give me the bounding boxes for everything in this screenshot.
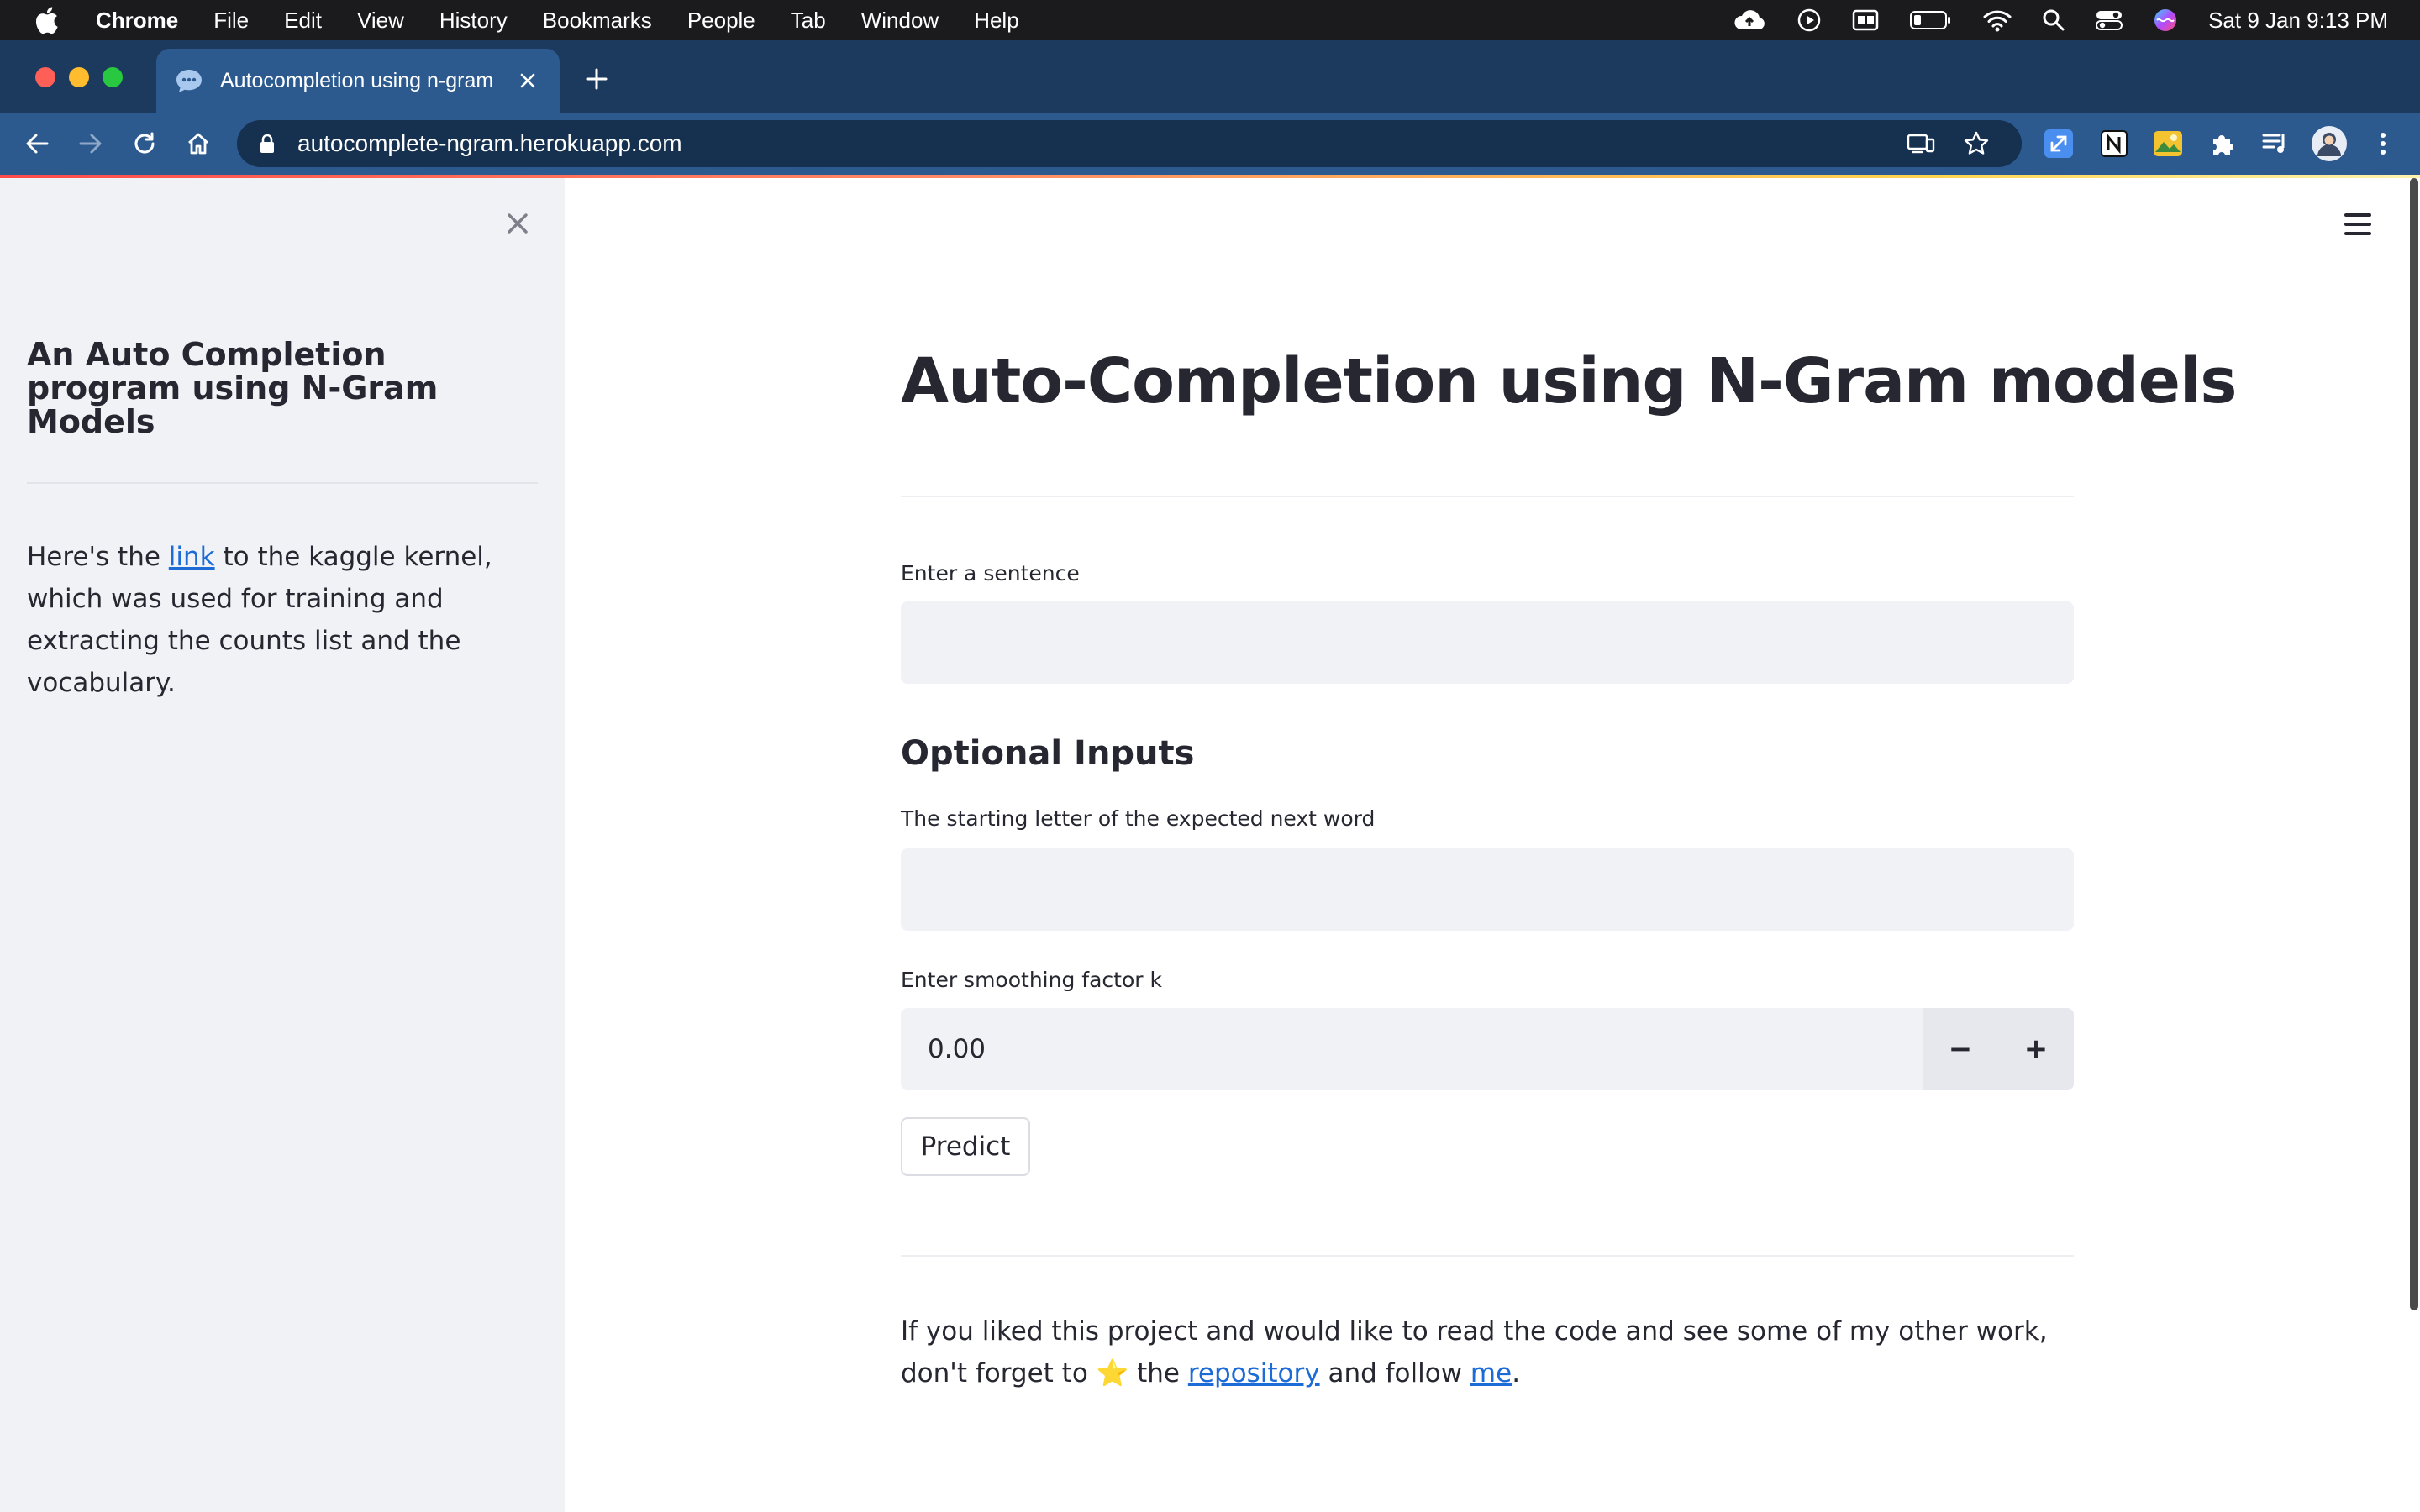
- media-queue-icon[interactable]: [2257, 125, 2294, 162]
- menu-edit[interactable]: Edit: [266, 0, 339, 40]
- window-fullscreen-button[interactable]: [103, 67, 123, 87]
- apple-icon[interactable]: [34, 6, 82, 34]
- extensions-puzzle-icon[interactable]: [2203, 125, 2240, 162]
- new-tab-icon[interactable]: [580, 62, 613, 96]
- control-center-icon[interactable]: [2096, 8, 2123, 32]
- footer-text-part-4: .: [1512, 1358, 1521, 1389]
- window-minimize-button[interactable]: [69, 67, 89, 87]
- address-bar[interactable]: autocomplete-ngram.herokuapp.com: [237, 120, 2022, 167]
- sidebar-close-icon[interactable]: [501, 207, 534, 240]
- title-divider: [901, 496, 2074, 497]
- menu-help[interactable]: Help: [956, 0, 1036, 40]
- optional-inputs-heading: Optional Inputs: [901, 734, 1195, 773]
- hamburger-menu-icon[interactable]: [2341, 210, 2375, 239]
- siri-icon[interactable]: [2153, 8, 2178, 33]
- home-icon[interactable]: [182, 127, 215, 160]
- lock-icon[interactable]: [257, 132, 277, 155]
- tab-close-icon[interactable]: [514, 67, 541, 94]
- macos-menu-bar: Chrome File Edit View History Bookmarks …: [0, 0, 2420, 40]
- increment-button[interactable]: +: [1998, 1008, 2074, 1090]
- cast-device-icon[interactable]: [1904, 127, 1938, 160]
- smoothing-factor-number-input: − +: [901, 1008, 2074, 1090]
- profile-avatar-icon[interactable]: [2311, 125, 2348, 162]
- url-text[interactable]: autocomplete-ngram.herokuapp.com: [297, 130, 682, 157]
- status-area: Sat 9 Jan 9:13 PM: [1733, 0, 2388, 40]
- footer-message: If you liked this project and would like…: [901, 1310, 2077, 1394]
- browser-toolbar: autocomplete-ngram.herokuapp.com: [0, 113, 2420, 175]
- footer-text-part-2: the: [1128, 1358, 1188, 1389]
- starting-letter-input[interactable]: [901, 848, 2074, 931]
- page-scrollbar-thumb[interactable]: [2410, 178, 2418, 1310]
- sidebar-text-before-link: Here's the: [27, 542, 169, 572]
- battery-icon[interactable]: [1909, 9, 1953, 31]
- notion-extension-icon[interactable]: [2096, 125, 2133, 162]
- follow-me-link[interactable]: me: [1470, 1358, 1512, 1389]
- menu-window[interactable]: Window: [844, 0, 956, 40]
- cloud-upload-icon[interactable]: [1733, 8, 1766, 33]
- tab-title: Autocompletion using n-gram: [220, 68, 494, 92]
- menu-app-name[interactable]: Chrome: [82, 0, 196, 40]
- sentence-label: Enter a sentence: [901, 561, 1080, 585]
- menu-clock[interactable]: Sat 9 Jan 9:13 PM: [2208, 8, 2388, 34]
- display-icon[interactable]: [1852, 8, 1879, 32]
- predict-button[interactable]: Predict: [901, 1117, 1030, 1176]
- menu-people[interactable]: People: [670, 0, 773, 40]
- sentence-input[interactable]: [901, 601, 2074, 684]
- decrement-button[interactable]: −: [1923, 1008, 1998, 1090]
- play-circle-icon[interactable]: [1797, 8, 1822, 33]
- sidebar: An Auto Completion program using N-Gram …: [0, 178, 565, 1512]
- speech-bubble-favicon-icon: [175, 66, 203, 95]
- extension-resize-icon[interactable]: [2040, 125, 2077, 162]
- menu-bookmarks[interactable]: Bookmarks: [525, 0, 670, 40]
- bookmark-star-icon[interactable]: [1960, 127, 1993, 160]
- repository-link[interactable]: repository: [1188, 1358, 1320, 1389]
- forward-arrow-icon[interactable]: [74, 127, 108, 160]
- back-arrow-icon[interactable]: [20, 127, 54, 160]
- wifi-icon[interactable]: [1983, 8, 2012, 32]
- reload-icon[interactable]: [128, 127, 161, 160]
- smoothing-factor-label: Enter smoothing factor k: [901, 968, 1162, 992]
- sidebar-description: Here's the link to the kaggle kernel, wh…: [27, 536, 538, 704]
- window-close-button[interactable]: [35, 67, 55, 87]
- page-title: Auto-Completion using N-Gram models: [901, 345, 2237, 417]
- menu-file[interactable]: File: [196, 0, 266, 40]
- menu-history[interactable]: History: [422, 0, 525, 40]
- menu-view[interactable]: View: [339, 0, 422, 40]
- smoothing-factor-field[interactable]: [901, 1008, 1923, 1090]
- footer-divider: [901, 1255, 2074, 1257]
- footer-text-part-3: and follow: [1319, 1358, 1470, 1389]
- sidebar-title: An Auto Completion program using N-Gram …: [27, 336, 439, 440]
- landscape-extension-icon[interactable]: [2149, 125, 2186, 162]
- smoothing-stepper: − +: [1923, 1008, 2074, 1090]
- starting-letter-label: The starting letter of the expected next…: [901, 806, 1376, 831]
- menu-tab[interactable]: Tab: [773, 0, 844, 40]
- spotlight-search-icon[interactable]: [2042, 8, 2065, 32]
- sidebar-divider: [27, 482, 538, 484]
- chrome-menu-kebab-icon[interactable]: [2365, 125, 2402, 162]
- star-emoji-icon: ⭐: [1096, 1358, 1129, 1389]
- kaggle-kernel-link[interactable]: link: [169, 542, 215, 572]
- browser-tab-active[interactable]: Autocompletion using n-gram: [156, 49, 560, 113]
- browser-tab-strip: Autocompletion using n-gram: [0, 40, 2420, 113]
